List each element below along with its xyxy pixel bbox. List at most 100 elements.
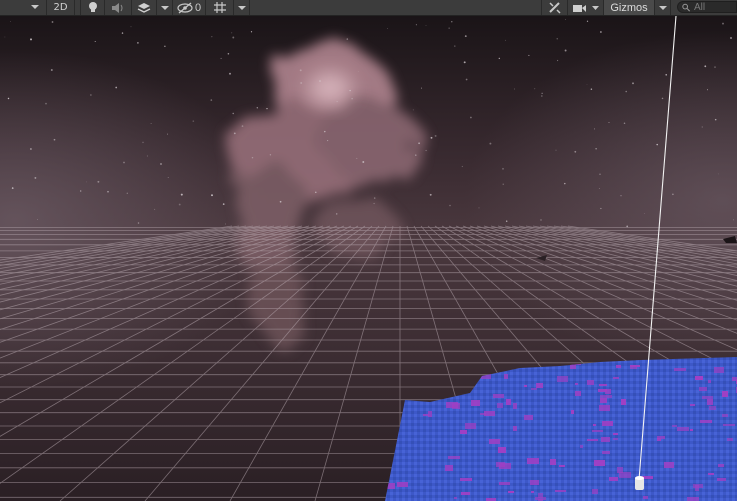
star bbox=[269, 154, 272, 156]
scene-visibility-button[interactable]: 0 bbox=[173, 0, 206, 15]
star bbox=[625, 90, 627, 93]
terrain-patch bbox=[524, 415, 533, 420]
star bbox=[608, 121, 610, 124]
camera-settings-button[interactable] bbox=[568, 0, 604, 15]
terrain-patch bbox=[677, 427, 689, 431]
terrain-patch bbox=[571, 410, 574, 414]
terrain-patch bbox=[550, 459, 556, 465]
terrain-patch bbox=[630, 366, 637, 369]
star bbox=[126, 192, 128, 194]
star bbox=[166, 133, 168, 135]
star bbox=[373, 197, 376, 199]
search-input[interactable] bbox=[691, 2, 736, 12]
star bbox=[53, 138, 56, 141]
star bbox=[136, 41, 139, 44]
star bbox=[665, 74, 667, 76]
star bbox=[425, 149, 427, 152]
star bbox=[478, 207, 480, 209]
chevron-down-icon bbox=[160, 5, 169, 10]
star bbox=[661, 97, 664, 100]
gizmos-button[interactable]: Gizmos bbox=[604, 0, 655, 15]
star bbox=[315, 191, 317, 194]
star bbox=[362, 161, 365, 163]
terrain-patch bbox=[695, 485, 699, 491]
star bbox=[351, 98, 353, 100]
grid-snap-icon bbox=[213, 2, 226, 13]
terrain-patch bbox=[732, 377, 737, 381]
star bbox=[30, 38, 32, 41]
star bbox=[430, 136, 433, 139]
terrain-patch bbox=[594, 460, 605, 466]
star bbox=[324, 130, 326, 133]
star bbox=[623, 122, 626, 124]
terrain-patch bbox=[461, 492, 470, 495]
terrain-patch bbox=[593, 424, 596, 426]
star bbox=[250, 31, 253, 33]
star bbox=[704, 65, 707, 68]
star bbox=[600, 207, 602, 210]
effects-toggle-button[interactable] bbox=[132, 0, 157, 15]
star bbox=[415, 24, 417, 26]
terrain-patch bbox=[718, 464, 724, 467]
scene-viewport[interactable] bbox=[0, 16, 737, 501]
star bbox=[434, 134, 437, 137]
star bbox=[448, 27, 450, 29]
star bbox=[97, 180, 100, 183]
terrain-patch bbox=[613, 377, 619, 379]
terrain-patch bbox=[592, 430, 603, 432]
star bbox=[121, 32, 124, 34]
terrain-patch bbox=[587, 380, 594, 385]
terrain-patch bbox=[454, 497, 457, 499]
terrain-patch bbox=[513, 426, 517, 431]
star bbox=[34, 176, 37, 179]
terrain-patch bbox=[499, 482, 510, 485]
terrain-patch bbox=[446, 402, 458, 408]
terrain-patch bbox=[602, 451, 610, 454]
search-icon bbox=[682, 3, 691, 11]
terrain-patch bbox=[493, 394, 504, 398]
star bbox=[123, 161, 125, 164]
star bbox=[241, 125, 244, 127]
star bbox=[714, 118, 717, 121]
star bbox=[643, 213, 645, 214]
star bbox=[154, 208, 156, 210]
star bbox=[222, 203, 225, 205]
terrain-patch bbox=[708, 380, 711, 383]
terrain-patch bbox=[613, 438, 618, 440]
scene-canvas bbox=[0, 16, 737, 501]
scene-tools-button[interactable] bbox=[541, 0, 568, 15]
terrain-patch bbox=[555, 490, 566, 492]
toggle-2d-button[interactable]: 2D bbox=[47, 0, 75, 15]
terrain-patch bbox=[397, 482, 408, 487]
star bbox=[505, 220, 508, 222]
star bbox=[540, 219, 542, 221]
chevron-down-icon bbox=[237, 5, 246, 10]
terrain-patch bbox=[727, 438, 733, 441]
scene-search-box[interactable] bbox=[677, 1, 737, 13]
draw-mode-dropdown[interactable] bbox=[0, 0, 47, 15]
star bbox=[594, 128, 596, 130]
star bbox=[620, 195, 622, 197]
star bbox=[498, 57, 500, 60]
gizmos-dropdown[interactable] bbox=[655, 0, 671, 15]
star bbox=[251, 156, 254, 159]
terrain-patch bbox=[690, 429, 693, 431]
lighting-toggle-button[interactable] bbox=[80, 0, 105, 15]
terrain-patch bbox=[619, 472, 631, 478]
terrain-patch bbox=[460, 430, 467, 434]
star bbox=[357, 71, 359, 72]
terrain-patch bbox=[621, 399, 626, 405]
star bbox=[672, 193, 674, 196]
scene-view-window: 2D 0 Gizmos All bbox=[0, 0, 737, 501]
audio-toggle-button[interactable] bbox=[105, 0, 132, 15]
grid-dropdown[interactable] bbox=[234, 0, 250, 15]
star bbox=[224, 223, 226, 225]
terrain-patch bbox=[600, 398, 607, 403]
terrain-patch bbox=[531, 388, 537, 390]
effects-dropdown[interactable] bbox=[157, 0, 173, 15]
terrain-patch bbox=[598, 389, 607, 392]
grid-snap-button[interactable] bbox=[206, 0, 234, 15]
star bbox=[464, 35, 467, 37]
star bbox=[555, 149, 557, 151]
terrain-patch bbox=[587, 439, 598, 441]
